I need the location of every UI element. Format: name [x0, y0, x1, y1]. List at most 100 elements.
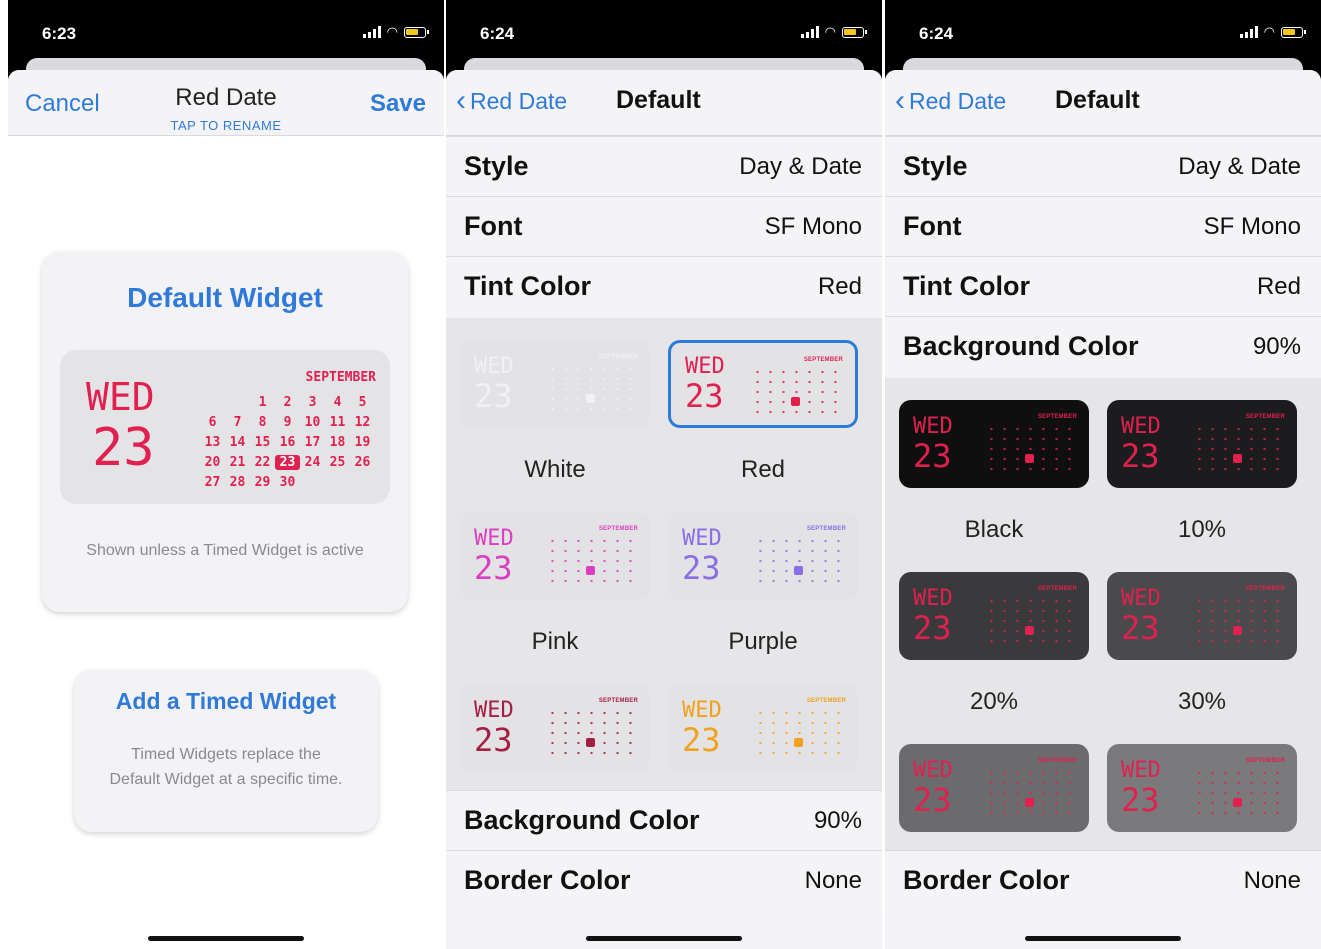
settings-row-background-color[interactable]: Background Color 90% — [885, 316, 1321, 376]
calendar-week-row: 12345 — [200, 392, 376, 412]
tile-day: 23 — [682, 549, 721, 587]
color-option-label[interactable]: 30% — [1102, 688, 1302, 716]
color-option-tile[interactable]: WED 23 SEPTEMBER — [1107, 744, 1297, 832]
calendar-day: 22 — [254, 454, 271, 470]
calendar-day: 20 — [204, 454, 221, 470]
row-label: Border Color — [903, 865, 1070, 895]
tile-day: 23 — [1121, 781, 1160, 819]
color-option-label[interactable]: 10% — [1102, 516, 1302, 544]
status-time: 6:24 — [919, 24, 954, 43]
tile-weekday: WED — [913, 758, 953, 783]
tile-weekday: WED — [1121, 758, 1161, 783]
status-icons: ◠ — [800, 24, 867, 39]
tile-date: WED 23 — [913, 758, 953, 817]
phone-screen-background-color: 6:24 ◠ ‹ Red Date Default Style Day & Date… — [885, 0, 1321, 949]
calendar-day: 25 — [329, 454, 346, 470]
tile-month: SEPTEMBER — [1245, 586, 1285, 592]
tile-today-marker — [1025, 454, 1034, 463]
color-option-label[interactable]: Red — [663, 456, 863, 484]
tile-today-marker — [1233, 798, 1242, 807]
calendar-week-row: 13 14 15 16 17 18 19 — [200, 432, 376, 452]
tile-day: 23 — [1121, 609, 1160, 647]
back-label: Red Date — [470, 87, 568, 114]
color-option-label[interactable]: Purple — [663, 628, 863, 656]
sheet: ‹ Red Date Default Style Day & Date Font SF … — [885, 70, 1321, 949]
default-widget-caption: Shown unless a Timed Widget is active — [86, 542, 364, 559]
color-option-tile[interactable]: WED 23 SEPTEMBER — [668, 340, 858, 428]
tile-date: WED 23 — [913, 588, 953, 645]
tap-to-rename-label[interactable]: TAP TO RENAME — [8, 118, 444, 133]
settings-row-border-color[interactable]: Border Color None — [446, 850, 882, 910]
settings-row-tint-color[interactable]: Tint Color Red — [446, 256, 882, 316]
tile-calendar-days — [985, 596, 1077, 648]
color-option-tile[interactable]: WED 23 SEPTEMBER — [460, 512, 650, 600]
tile-calendar-days — [1193, 596, 1285, 648]
back-label: Red Date — [909, 87, 1007, 114]
add-timed-widget-card[interactable]: Add a Timed Widget Timed Widgets replace… — [74, 670, 378, 832]
tile-month: SEPTEMBER — [1245, 758, 1285, 764]
tile-day: 23 — [913, 437, 952, 475]
settings-row-border-color[interactable]: Border Color None — [885, 850, 1321, 910]
settings-row-tint-color[interactable]: Tint Color Red — [885, 256, 1321, 316]
color-option-label[interactable]: White — [455, 456, 655, 484]
battery-icon — [842, 26, 867, 38]
settings-row-style[interactable]: Style Day & Date — [885, 136, 1321, 196]
calendar-day: 21 — [229, 454, 246, 470]
calendar-day: 1 — [258, 394, 267, 410]
color-option-tile[interactable]: WED 23 SEPTEMBER — [899, 572, 1089, 660]
calendar-day: 26 — [354, 454, 371, 470]
tile-mini-calendar: SEPTEMBER — [985, 586, 1077, 648]
tile-today-marker — [1233, 454, 1242, 463]
status-bar: 6:24 ◠ — [885, 0, 1321, 62]
calendar-day: 8 — [258, 414, 267, 430]
row-label: Style — [903, 151, 968, 181]
row-value: Red — [817, 273, 862, 300]
back-button[interactable]: ‹ Red Date — [895, 86, 1006, 116]
chevron-left-icon: ‹ — [895, 84, 905, 117]
tile-weekday: WED — [474, 354, 514, 379]
save-button[interactable]: Save — [370, 90, 426, 118]
status-time: 6:24 — [480, 24, 515, 43]
back-button[interactable]: ‹ Red Date — [456, 86, 567, 116]
nav-bar: ‹ Red Date Default — [885, 70, 1321, 136]
home-indicator[interactable] — [1025, 936, 1181, 941]
color-option-tile[interactable]: WED 23 SEPTEMBER — [899, 744, 1089, 832]
wifi-icon: ◠ — [824, 24, 836, 39]
tile-day: 23 — [474, 549, 513, 587]
calendar-week-row: 20 21 22 23 24 25 26 — [200, 452, 376, 472]
tile-today-marker — [1233, 626, 1242, 635]
settings-row-background-color[interactable]: Background Color 90% — [446, 790, 882, 850]
calendar-day: 13 — [204, 434, 221, 450]
home-indicator[interactable] — [586, 936, 742, 941]
tile-mini-calendar: SEPTEMBER — [1193, 414, 1285, 476]
settings-row-style[interactable]: Style Day & Date — [446, 136, 882, 196]
battery-icon — [404, 26, 429, 38]
calendar-day: 2 — [283, 394, 292, 410]
home-indicator[interactable] — [148, 936, 304, 941]
color-option-tile[interactable]: WED 23 SEPTEMBER — [668, 512, 858, 600]
sheet: Cancel Red Date TAP TO RENAME Save Defau… — [8, 70, 444, 949]
color-option-tile[interactable]: WED 23 SEPTEMBER — [460, 684, 650, 772]
color-option-label[interactable]: Pink — [455, 628, 655, 656]
tile-mini-calendar: SEPTEMBER — [546, 354, 638, 416]
color-option-tile[interactable]: WED 23 SEPTEMBER — [1107, 400, 1297, 488]
nav-bar: ‹ Red Date Default — [446, 70, 882, 136]
color-option-label[interactable]: 20% — [894, 688, 1094, 716]
calendar-day: 14 — [229, 434, 246, 450]
chevron-left-icon: ‹ — [456, 84, 466, 117]
default-widget-card[interactable]: Default Widget WED 23 SEPTEMBER 12345678… — [42, 252, 408, 612]
settings-row-font[interactable]: Font SF Mono — [885, 196, 1321, 256]
color-option-tile[interactable]: WED 23 SEPTEMBER — [1107, 572, 1297, 660]
tile-mini-calendar: SEPTEMBER — [754, 698, 846, 760]
row-label: Font — [903, 211, 962, 241]
tile-date: WED 23 — [474, 700, 514, 757]
row-label: Tint Color — [464, 271, 591, 301]
color-option-label[interactable]: Black — [894, 516, 1094, 544]
tile-mini-calendar: SEPTEMBER — [985, 758, 1077, 820]
row-label: Font — [464, 211, 523, 241]
color-option-tile[interactable]: WED 23 SEPTEMBER — [460, 340, 650, 428]
settings-row-font[interactable]: Font SF Mono — [446, 196, 882, 256]
tile-date: WED 23 — [474, 354, 514, 413]
color-option-tile[interactable]: WED 23 SEPTEMBER — [668, 684, 858, 772]
color-option-tile[interactable]: WED 23 SEPTEMBER — [899, 400, 1089, 488]
